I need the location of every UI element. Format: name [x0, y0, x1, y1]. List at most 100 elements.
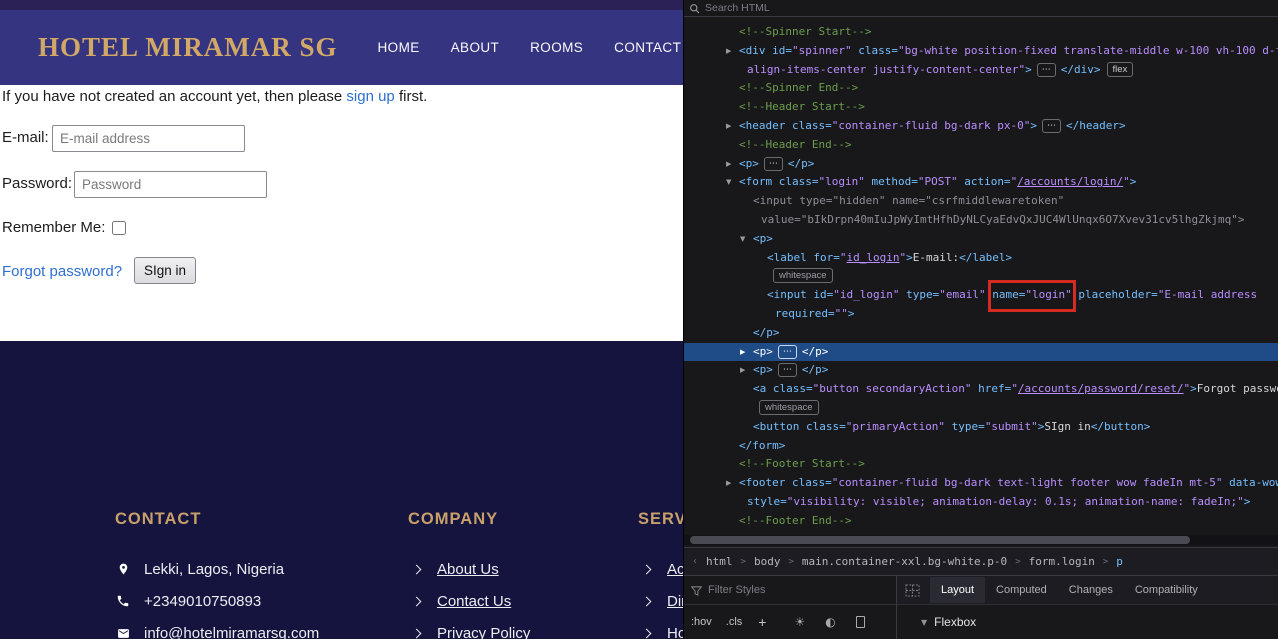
light-scheme-icon[interactable]: ☀ [794, 616, 805, 628]
code-str-segment: "button secondaryAction" [813, 382, 972, 395]
markup-line[interactable]: <input type="hidden" name="csrfmiddlewar… [684, 192, 1278, 211]
markup-line-selected[interactable]: ▶<p>⋯</p> [684, 343, 1278, 362]
breadcrumb-item-main[interactable]: main.container-xxl.bg-white.p-0 [802, 555, 1007, 568]
email-field[interactable] [52, 125, 245, 152]
grid-inspector-icon[interactable] [905, 584, 920, 597]
search-html-input[interactable] [705, 2, 1273, 14]
html-search-bar [684, 0, 1278, 17]
markup-line[interactable]: <!--Header End--> [684, 136, 1278, 155]
code-attr-segment: action= [958, 175, 1011, 188]
horizontal-scrollbar[interactable] [684, 535, 1278, 545]
markup-line[interactable]: </p> [684, 324, 1278, 343]
footer-item: +2349010750893 [115, 585, 319, 617]
breadcrumb-item-body[interactable]: body [754, 555, 781, 568]
screen: HOTEL MIRAMAR SG HOMEABOUTROOMSCONTACTTO… [0, 0, 1278, 639]
expand-arrow-icon[interactable]: ▶ [726, 474, 731, 493]
footer-link[interactable]: About Us [437, 561, 499, 578]
markup-line[interactable]: ▼<p> [684, 230, 1278, 249]
code-cmt-segment: <!--Footer End--> [739, 514, 852, 527]
markup-line[interactable]: <!--Header Start--> [684, 98, 1278, 117]
code-tag-segment: </p> [802, 363, 829, 376]
footer-link[interactable]: Privacy Policy [437, 625, 530, 639]
expand-arrow-icon[interactable]: ▶ [726, 155, 731, 174]
class-toggle-button[interactable]: .cls [726, 616, 743, 628]
markup-line[interactable]: value="bIkDrpn40mIuJpWyImtHfhDyNLCyaEdvQ… [684, 211, 1278, 230]
markup-line[interactable]: </form> [684, 437, 1278, 456]
add-rule-button[interactable]: + [758, 614, 766, 630]
chevron-down-icon[interactable]: ▼ [921, 618, 927, 627]
forgot-password-link[interactable]: Forgot password? [2, 263, 122, 280]
code-str-segment: "E-mail address [1158, 288, 1257, 301]
code-plain-segment: Forgot password? [1197, 382, 1278, 395]
password-field[interactable] [74, 171, 267, 198]
code-cmt-segment: <!--Header End--> [739, 138, 852, 151]
markup-line[interactable]: ▶<footer class="container-fluid bg-dark … [684, 474, 1278, 493]
markup-line[interactable]: <a class="button secondaryAction" href="… [684, 380, 1278, 399]
brand-logo[interactable]: HOTEL MIRAMAR SG [38, 32, 338, 63]
code-tag-segment: <p> [753, 363, 773, 376]
markup-line[interactable]: required=""> [684, 305, 1278, 324]
tab-changes[interactable]: Changes [1058, 577, 1124, 603]
dark-scheme-icon[interactable]: ◐ [825, 616, 835, 628]
filter-styles-input[interactable] [708, 584, 889, 596]
rules-toolbar: :hov .cls + ☀ ◐ [684, 605, 896, 639]
breadcrumb-scroll-left-icon[interactable]: ‹ [692, 556, 698, 567]
markup-line[interactable]: <!--Spinner End--> [684, 79, 1278, 98]
remember-me-checkbox[interactable] [112, 221, 126, 235]
markup-line[interactable]: <input id="id_login" type="email" name="… [684, 286, 1278, 305]
expand-arrow-icon[interactable]: ▶ [726, 117, 731, 136]
markup-line[interactable]: ▼<form class="login" method="POST" actio… [684, 173, 1278, 192]
markup-line[interactable]: style="visibility: visible; animation-de… [684, 493, 1278, 512]
code-tag-segment: </div> [1061, 63, 1101, 76]
nav-item-rooms[interactable]: ROOMS [530, 40, 583, 55]
collapse-arrow-icon[interactable]: ▼ [726, 173, 731, 192]
code-plain-segment: E-mail: [913, 251, 959, 264]
code-attr-segment: required= [775, 307, 835, 320]
markup-line[interactable]: <label for="id_login">E-mail:</label> [684, 249, 1278, 268]
sign-in-button[interactable]: SIgn in [134, 257, 196, 284]
code-str-segment: "primaryAction" [846, 420, 945, 433]
markup-line[interactable]: ▶<p>⋯</p> [684, 155, 1278, 174]
code-tag-segment: </p> [802, 345, 829, 358]
footer-link[interactable]: Contact Us [437, 593, 511, 610]
expand-arrow-icon[interactable]: ▶ [726, 42, 731, 61]
pseudo-class-button[interactable]: :hov [691, 616, 712, 628]
code-str-segment: "" [835, 307, 848, 320]
code-tag-segment: <button [753, 420, 799, 433]
markup-line[interactable]: <!--Spinner Start--> [684, 23, 1278, 42]
collapse-arrow-icon[interactable]: ▼ [740, 230, 745, 249]
markup-line[interactable]: align-items-center justify-content-cente… [684, 61, 1278, 80]
remember-me-label: Remember Me: [2, 219, 105, 236]
tab-compatibility[interactable]: Compatibility [1124, 577, 1209, 603]
nav-item-contact[interactable]: CONTACT [614, 40, 681, 55]
breadcrumb-item-p[interactable]: p [1116, 555, 1123, 568]
code-link-segment: id_login [847, 251, 900, 264]
nav-item-about[interactable]: ABOUT [451, 40, 500, 55]
code-tag-segment: </label> [959, 251, 1012, 264]
sidebar-tabs: LayoutComputedChangesCompatibility [897, 576, 1278, 605]
print-simulation-icon[interactable] [856, 616, 865, 628]
markup-line[interactable]: whitespace [684, 267, 1278, 286]
expand-arrow-icon[interactable]: ▶ [740, 343, 745, 362]
breadcrumb-separator: > [788, 557, 793, 567]
breadcrumb-item-form[interactable]: form.login [1029, 555, 1095, 568]
footer-heading: CONTACT [115, 509, 319, 529]
tab-layout[interactable]: Layout [930, 577, 985, 603]
markup-line[interactable]: ▶<header class="container-fluid bg-dark … [684, 117, 1278, 136]
breadcrumb-item-html[interactable]: html [706, 555, 733, 568]
nav-item-home[interactable]: HOME [378, 40, 420, 55]
code-str-segment: "login" [818, 175, 864, 188]
markup-line[interactable]: whitespace [684, 399, 1278, 418]
markup-line[interactable]: ▶<p>⋯</p> [684, 361, 1278, 380]
horizontal-scrollbar-thumb[interactable] [690, 536, 1190, 544]
tab-computed[interactable]: Computed [985, 577, 1058, 603]
rules-pane: :hov .cls + ☀ ◐ [684, 576, 897, 639]
red-annotation-box: name="login" [992, 286, 1071, 305]
markup-line[interactable]: <!--Footer End--> [684, 512, 1278, 531]
code-tag-segment: <label [767, 251, 807, 264]
signup-link[interactable]: sign up [346, 88, 394, 105]
markup-line[interactable]: <button class="primaryAction" type="subm… [684, 418, 1278, 437]
markup-line[interactable]: ▶<div id="spinner" class="bg-white posit… [684, 42, 1278, 61]
expand-arrow-icon[interactable]: ▶ [740, 361, 745, 380]
markup-line[interactable]: <!--Footer Start--> [684, 455, 1278, 474]
